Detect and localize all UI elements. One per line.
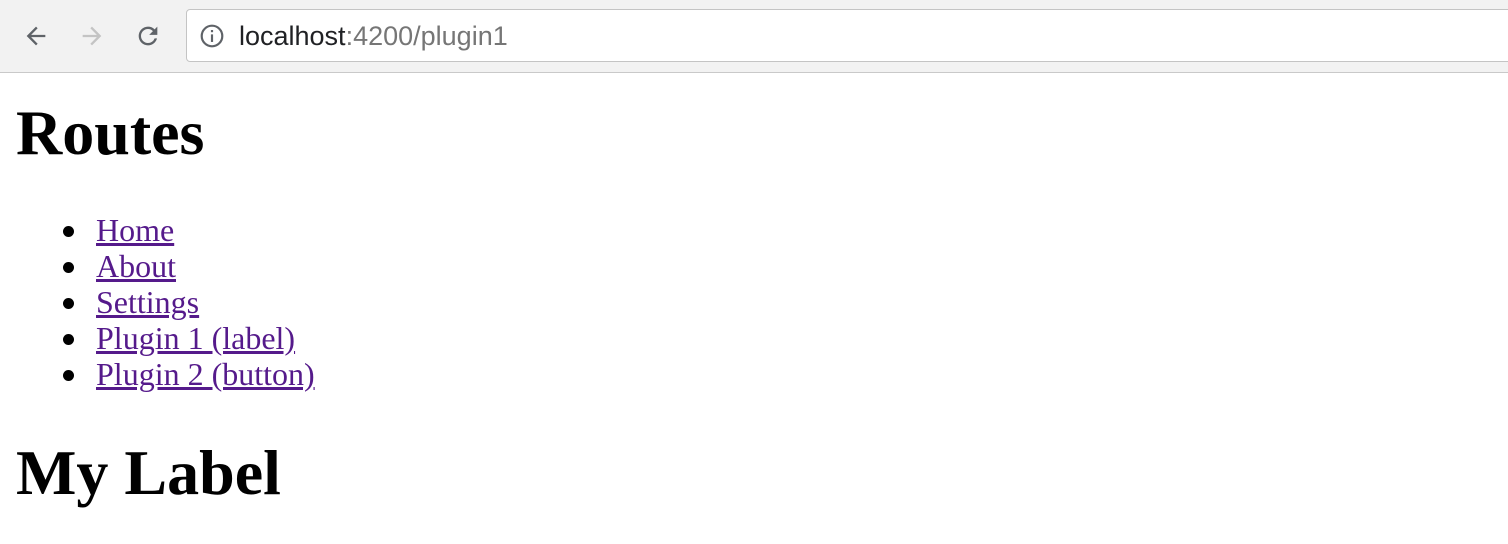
nav-link-plugin2[interactable]: Plugin 2 (button) [96,356,315,392]
list-item: About [63,248,315,284]
list-item: Home [63,212,315,248]
nav-link-about[interactable]: About [96,248,176,284]
nav-link-plugin1[interactable]: Plugin 1 (label) [96,320,295,356]
list-item: Plugin 1 (label) [63,320,315,356]
url-path: :4200/plugin1 [345,21,508,51]
back-arrow-icon [26,26,46,46]
forward-button[interactable] [74,18,110,54]
nav-link-settings[interactable]: Settings [96,284,199,320]
address-bar[interactable]: localhost:4200/plugin1 [186,9,1508,62]
routes-list: Home About Settings Plugin 1 (label) Plu… [0,212,315,392]
url-text[interactable]: localhost:4200/plugin1 [239,20,508,52]
url-host: localhost [239,21,346,51]
list-item: Plugin 2 (button) [63,356,315,392]
reload-icon [138,26,158,46]
nav-link-home[interactable]: Home [96,212,174,248]
back-button[interactable] [18,18,54,54]
reload-button[interactable] [130,18,166,54]
forward-arrow-icon [82,26,102,46]
info-icon[interactable] [199,23,225,49]
browser-toolbar: localhost:4200/plugin1 [0,0,1508,73]
list-item: Settings [63,284,315,320]
my-label-heading: My Label [16,437,281,508]
routes-heading: Routes [16,97,205,168]
